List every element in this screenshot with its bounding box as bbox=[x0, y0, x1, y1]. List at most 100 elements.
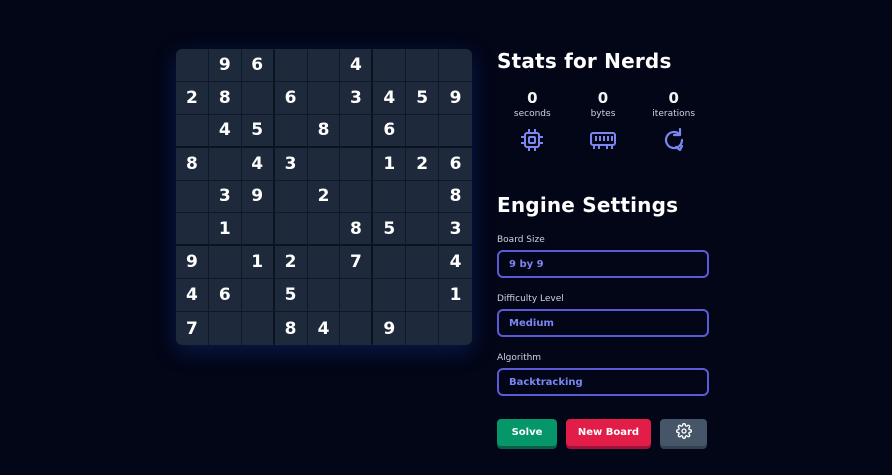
board-cell[interactable]: 3 bbox=[208, 180, 242, 214]
memory-icon bbox=[568, 127, 639, 153]
board-cell[interactable] bbox=[406, 279, 440, 313]
stat-seconds: 0 seconds bbox=[497, 89, 568, 153]
board-cell[interactable] bbox=[340, 147, 374, 181]
board-cell[interactable] bbox=[176, 180, 209, 214]
board-cell[interactable]: 8 bbox=[274, 312, 308, 345]
board-cell[interactable] bbox=[406, 180, 440, 214]
board-cell[interactable] bbox=[307, 81, 341, 115]
algorithm-select[interactable]: Backtracking bbox=[497, 368, 709, 396]
board-cell[interactable] bbox=[406, 114, 440, 148]
board-cell[interactable] bbox=[406, 213, 440, 247]
board-cell[interactable]: 1 bbox=[439, 279, 472, 313]
board-cell[interactable]: 4 bbox=[307, 312, 341, 345]
board-cell[interactable] bbox=[307, 213, 341, 247]
board-cell[interactable]: 6 bbox=[241, 49, 275, 82]
board-cell[interactable] bbox=[241, 279, 275, 313]
board-cell[interactable] bbox=[307, 147, 341, 181]
board-cell[interactable] bbox=[373, 49, 407, 82]
board-cell[interactable] bbox=[274, 180, 308, 214]
board-cell[interactable]: 7 bbox=[340, 246, 374, 280]
board-cell[interactable]: 7 bbox=[176, 312, 209, 345]
board-cell[interactable]: 4 bbox=[208, 114, 242, 148]
board-cell[interactable]: 4 bbox=[241, 147, 275, 181]
board-cell[interactable] bbox=[176, 114, 209, 148]
board-cell[interactable]: 2 bbox=[307, 180, 341, 214]
board-cell[interactable]: 2 bbox=[176, 81, 209, 115]
board-cell[interactable]: 5 bbox=[406, 81, 440, 115]
board-cell[interactable] bbox=[208, 246, 242, 280]
board-cell[interactable] bbox=[241, 81, 275, 115]
stat-value: 0 bbox=[668, 89, 679, 107]
board-cell[interactable]: 4 bbox=[373, 81, 407, 115]
new-board-button[interactable]: New Board bbox=[566, 419, 651, 446]
board-cell[interactable]: 4 bbox=[340, 49, 374, 82]
board-cell[interactable]: 8 bbox=[307, 114, 341, 148]
algorithm-value: Backtracking bbox=[509, 376, 583, 388]
board-cell[interactable]: 9 bbox=[208, 49, 242, 82]
board-cell[interactable] bbox=[307, 246, 341, 280]
board-cell[interactable]: 2 bbox=[406, 147, 440, 181]
board-cell[interactable] bbox=[340, 279, 374, 313]
board-cell[interactable] bbox=[274, 49, 308, 82]
board-cell[interactable]: 3 bbox=[274, 147, 308, 181]
board-cell[interactable]: 6 bbox=[373, 114, 407, 148]
board-cell[interactable] bbox=[307, 279, 341, 313]
difficulty-value: Medium bbox=[509, 317, 554, 329]
board-cell[interactable]: 8 bbox=[439, 180, 472, 214]
board-cell[interactable] bbox=[241, 213, 275, 247]
stats-title: Stats for Nerds bbox=[497, 49, 672, 73]
board-cell[interactable]: 9 bbox=[373, 312, 407, 345]
board-cell[interactable] bbox=[176, 49, 209, 82]
board-cell[interactable] bbox=[439, 312, 472, 345]
board-cell[interactable] bbox=[340, 312, 374, 345]
board-cell[interactable]: 2 bbox=[274, 246, 308, 280]
stat-label: bytes bbox=[590, 109, 616, 119]
side-panel: Stats for Nerds 0 seconds 0 bytes 0 iter… bbox=[497, 49, 709, 396]
board-cell[interactable]: 5 bbox=[373, 213, 407, 247]
board-cell[interactable]: 8 bbox=[340, 213, 374, 247]
board-cell[interactable]: 6 bbox=[439, 147, 472, 181]
difficulty-select[interactable]: Medium bbox=[497, 309, 709, 337]
board-cell[interactable] bbox=[373, 246, 407, 280]
board-cell[interactable]: 6 bbox=[208, 279, 242, 313]
board-cell[interactable]: 9 bbox=[241, 180, 275, 214]
board-cell[interactable]: 1 bbox=[208, 213, 242, 247]
board-size-select[interactable]: 9 by 9 bbox=[497, 250, 709, 278]
algorithm-label: Algorithm bbox=[497, 353, 542, 363]
settings-button[interactable] bbox=[660, 419, 707, 446]
board-cell[interactable] bbox=[307, 49, 341, 82]
board-cell[interactable]: 3 bbox=[340, 81, 374, 115]
stat-bytes: 0 bytes bbox=[568, 89, 639, 153]
board-cell[interactable] bbox=[208, 312, 242, 345]
board-cell[interactable]: 1 bbox=[373, 147, 407, 181]
board-cell[interactable]: 6 bbox=[274, 81, 308, 115]
board-grid: 9642863459458684312639281853912744651784… bbox=[176, 49, 472, 345]
board-cell[interactable]: 3 bbox=[439, 213, 472, 247]
board-cell[interactable] bbox=[373, 180, 407, 214]
board-cell[interactable] bbox=[340, 180, 374, 214]
board-cell[interactable] bbox=[340, 114, 374, 148]
board-cell[interactable] bbox=[406, 312, 440, 345]
board-cell[interactable]: 9 bbox=[176, 246, 209, 280]
board-cell[interactable]: 5 bbox=[274, 279, 308, 313]
board-cell[interactable] bbox=[406, 246, 440, 280]
board-cell[interactable] bbox=[439, 49, 472, 82]
board-cell[interactable]: 8 bbox=[176, 147, 209, 181]
board-cell[interactable]: 8 bbox=[208, 81, 242, 115]
board-cell[interactable]: 9 bbox=[439, 81, 472, 115]
board-cell[interactable] bbox=[274, 114, 308, 148]
board-cell[interactable] bbox=[176, 213, 209, 247]
board-cell[interactable]: 4 bbox=[176, 279, 209, 313]
board-cell[interactable]: 4 bbox=[439, 246, 472, 280]
board-cell[interactable] bbox=[439, 114, 472, 148]
board-cell[interactable] bbox=[208, 147, 242, 181]
board-cell[interactable] bbox=[241, 312, 275, 345]
board-cell[interactable] bbox=[406, 49, 440, 82]
board-cell[interactable] bbox=[274, 213, 308, 247]
action-buttons: Solve New Board bbox=[497, 419, 707, 446]
board-cell[interactable]: 5 bbox=[241, 114, 275, 148]
board-size-label: Board Size bbox=[497, 235, 545, 245]
board-cell[interactable] bbox=[373, 279, 407, 313]
board-cell[interactable]: 1 bbox=[241, 246, 275, 280]
solve-button[interactable]: Solve bbox=[497, 419, 557, 446]
